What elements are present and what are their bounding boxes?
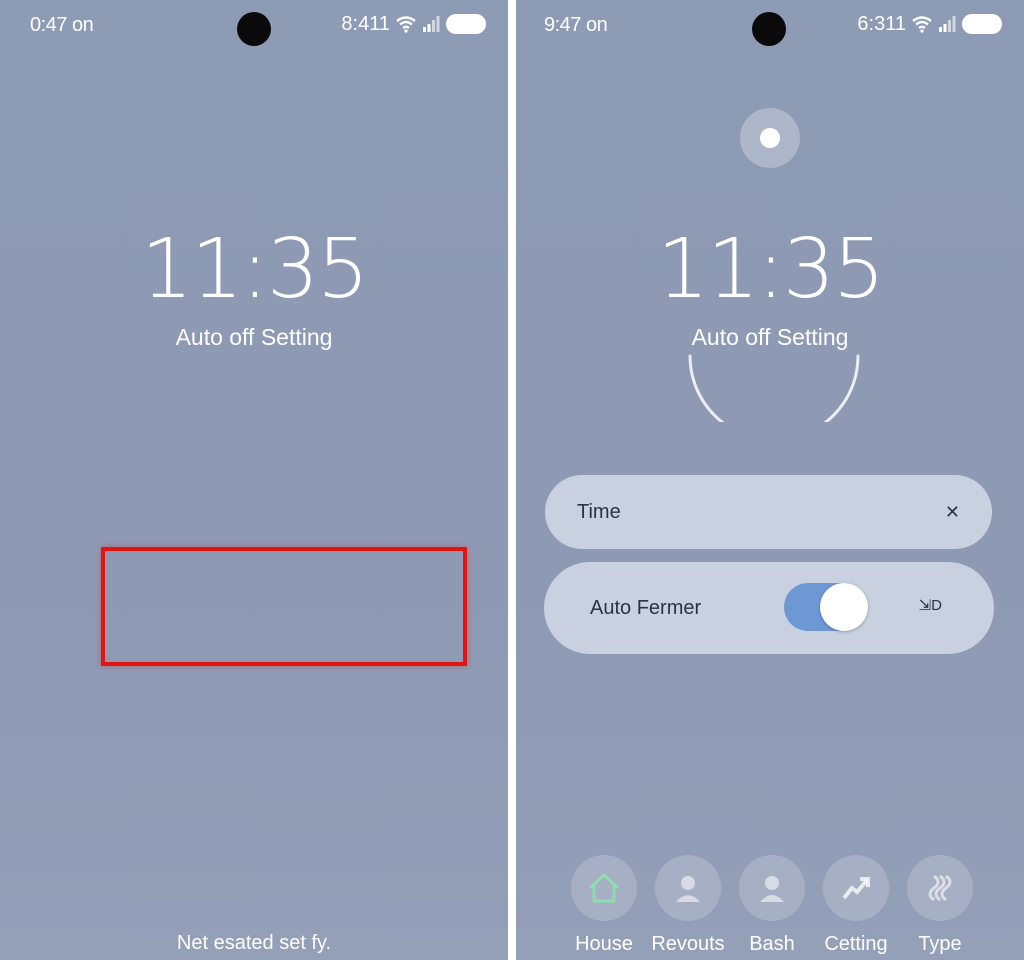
status-bar-right: 6:311 bbox=[857, 12, 1002, 36]
person-icon bbox=[676, 876, 700, 902]
time-row[interactable]: Time ✕ bbox=[545, 475, 992, 549]
signal-icon bbox=[423, 16, 440, 32]
nav-item-cetting[interactable]: Cetting bbox=[814, 855, 898, 956]
status-time: 0:47 on bbox=[30, 14, 94, 36]
house-icon bbox=[588, 873, 620, 903]
nav-label: Cetting bbox=[824, 933, 888, 955]
signal-icon bbox=[939, 16, 956, 32]
nav-item-bash[interactable]: Bash bbox=[730, 855, 814, 956]
nav-item-revouts[interactable]: Revouts bbox=[646, 855, 730, 956]
arc-indicator bbox=[688, 354, 860, 422]
nav-item-type[interactable]: Type bbox=[898, 855, 982, 956]
status-time: 9:47 on bbox=[544, 14, 608, 36]
trend-arrow-icon bbox=[842, 877, 870, 900]
nav-item-house[interactable]: House bbox=[562, 855, 646, 956]
nav-label: Revouts bbox=[651, 933, 725, 955]
status-value: 8:411 bbox=[341, 12, 390, 35]
page-subtitle: Auto off Setting bbox=[691, 324, 849, 350]
auto-fermer-row[interactable]: Auto Fermer ⇲D bbox=[544, 562, 994, 654]
right-phone-screen: 9:47 on 6:311 11:35 Auto off Setting Tim… bbox=[516, 0, 1024, 960]
camera-cutout bbox=[752, 12, 786, 46]
wifi-icon bbox=[396, 16, 416, 33]
status-bar-right: 8:411 bbox=[341, 12, 486, 36]
camera-cutout bbox=[237, 12, 271, 46]
clock-time: 11:35 bbox=[656, 222, 885, 317]
page-subtitle: Auto off Setting bbox=[175, 324, 333, 350]
battery-icon bbox=[446, 14, 486, 34]
indicator-dot[interactable] bbox=[740, 108, 800, 168]
wifi-icon bbox=[912, 16, 932, 33]
left-phone-screen: 0:47 on 8:411 11:35 Auto off Setting Net… bbox=[0, 0, 508, 960]
highlight-box bbox=[101, 547, 467, 666]
person-icon bbox=[760, 876, 784, 902]
footer-text: Net esated set fy. bbox=[176, 932, 332, 954]
nav-label: House bbox=[575, 933, 633, 955]
toggle-knob bbox=[820, 583, 868, 631]
battery-icon bbox=[962, 14, 1002, 34]
trailing-icon[interactable]: ⇲D bbox=[919, 596, 942, 614]
wave-icon bbox=[928, 874, 952, 902]
nav-label: Type bbox=[918, 933, 962, 955]
auto-fermer-toggle[interactable] bbox=[784, 583, 868, 631]
nav-label: Bash bbox=[749, 933, 795, 955]
status-value: 6:311 bbox=[857, 12, 906, 35]
clock-time: 11:35 bbox=[140, 222, 369, 317]
time-label: Time bbox=[577, 500, 621, 523]
bottom-nav: House Revouts Bash Cetting Type bbox=[562, 855, 982, 960]
close-icon[interactable]: ✕ bbox=[945, 502, 960, 523]
auto-fermer-label: Auto Fermer bbox=[590, 596, 702, 619]
dot-icon bbox=[760, 128, 780, 148]
